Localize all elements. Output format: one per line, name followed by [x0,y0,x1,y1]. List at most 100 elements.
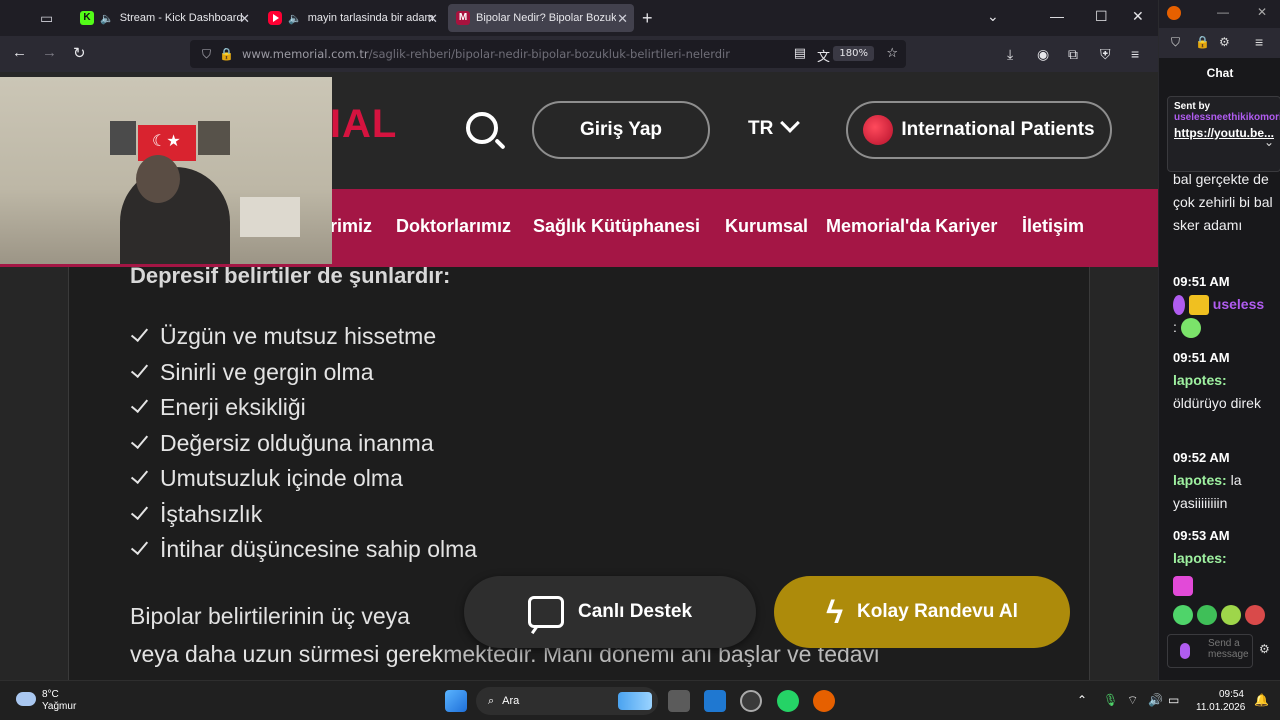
mic-icon[interactable] [1180,643,1190,659]
list-item: İştahsızlık [130,497,477,533]
nav-item-doktorlar[interactable]: Doktorlarımız [396,216,511,237]
nav-item-kurumsal[interactable]: Kurumsal [725,216,808,237]
login-button[interactable]: Giriş Yap [532,101,710,159]
extensions-icon[interactable]: ⧉ [1068,46,1078,63]
appointment-button[interactable]: ϟ Kolay Randevu Al [774,576,1070,648]
tab-overflow-icon[interactable]: ⌄ [987,8,999,25]
menu-icon[interactable]: ≡ [1255,34,1263,50]
tab-bar: ▭ K 🔈 Stream - Kick Dashboard ✕ 🔈 mayin … [0,0,1158,36]
search-highlight-icon [618,692,652,710]
tab-title: mayin tarlasinda bir adam [307,12,434,24]
weather-widget[interactable]: 8°C Yağmur [16,689,76,713]
mic-badge-icon [1173,295,1185,316]
close-window-button[interactable]: ✕ [1132,8,1144,25]
emote-icon [1173,605,1193,626]
battery-icon[interactable]: ▭ [1168,693,1179,707]
chat-timestamp: 09:51 AM [1173,350,1230,365]
speaker-icon[interactable]: 🔈 [100,12,114,25]
close-icon[interactable]: ✕ [617,11,628,27]
pinned-link[interactable]: https://youtu.be... [1174,125,1274,141]
pinned-user: uselessneethikikomori [1174,112,1280,123]
lock-icon[interactable]: 🔒 [1195,35,1210,49]
volume-icon[interactable]: 🔊 [1148,693,1163,707]
reader-view-icon[interactable]: ▤ [794,46,806,61]
url-path: /saglik-rehberi/bipolar-nedir-bipolar-bo… [368,47,730,61]
zoom-level[interactable]: 180% [833,46,874,61]
chat-text: : [1173,319,1177,335]
firefox-icon [1167,6,1181,20]
weather-condition: Yağmur [42,701,77,712]
forward-icon[interactable]: → [42,44,57,61]
nav-item-kariyer[interactable]: Memorial'da Kariyer [826,216,997,237]
mic-icon[interactable]: 🎙 [1103,693,1118,707]
chevron-down-icon[interactable]: ⌄ [1264,135,1274,149]
new-tab-button[interactable]: + [642,8,653,29]
chevron-down-icon [780,113,801,133]
nav-item-saglik-kutuphanesi[interactable]: Sağlık Kütüphanesi [533,216,700,237]
pinned-message[interactable]: Sent by uselessneethikikomori https://yo… [1167,96,1280,172]
chat-username[interactable]: lapotes: [1173,369,1279,392]
settings-icon[interactable]: ⚙ [1219,35,1230,49]
notification-icon[interactable]: 🔔 [1254,693,1269,707]
check-icon [130,430,149,449]
check-icon [130,501,149,520]
minimize-button[interactable]: — [1217,5,1229,19]
download-icon[interactable]: ⤓ [1007,46,1013,63]
pinned-label: Sent by [1174,101,1211,112]
ublock-icon[interactable]: ⛨ [1100,46,1111,63]
close-window-button[interactable]: ✕ [1257,5,1267,19]
check-icon [130,536,149,556]
shield-icon[interactable]: ⛉ [202,47,211,62]
account-icon[interactable]: ◉ [1037,46,1049,63]
chat-timestamp: 09:52 AM [1173,450,1230,465]
chevron-up-icon[interactable]: ⌃ [1077,693,1087,707]
speaker-icon[interactable]: 🔈 [288,12,302,25]
wall-poster [198,121,230,155]
taskbar-search[interactable]: ⌕ Ara [476,687,658,715]
back-icon[interactable]: ← [12,44,27,61]
lock-icon[interactable]: 🔒 [219,47,234,61]
chat-message: 09:51 AM lapotes: öldürüyo direk [1173,346,1279,415]
chat-username[interactable]: lapotes: [1173,472,1227,488]
maximize-button[interactable]: ☐ [1095,8,1108,25]
obs-icon[interactable] [740,690,762,712]
search-icon[interactable] [466,112,498,144]
tab-kick-dashboard[interactable]: K 🔈 Stream - Kick Dashboard ✕ [72,4,256,32]
international-patients-button[interactable]: International Patients [846,101,1112,159]
tab-memorial[interactable]: M Bipolar Nedir? Bipolar Bozukluk ✕ [448,4,634,32]
list-item: Üzgün ve mutsuz hissetme [130,319,477,355]
tab-youtube[interactable]: 🔈 mayin tarlasinda bir adam ✕ [260,4,444,32]
chat-input[interactable]: Send a message [1167,634,1253,668]
shield-icon[interactable]: ⛉ [1171,35,1180,50]
close-icon[interactable]: ✕ [427,11,438,27]
menu-icon[interactable]: ≡ [1131,46,1139,62]
task-view-icon[interactable] [668,690,690,712]
chat-settings-icon[interactable]: ⚙ [1259,642,1270,656]
start-button[interactable] [445,690,467,712]
search-icon: ⌕ [488,694,495,707]
nav-item-iletisim[interactable]: İletişim [1022,216,1084,237]
minimize-button[interactable]: — [1050,8,1064,24]
translate-icon[interactable]: 文 [817,46,830,65]
whatsapp-icon[interactable] [777,690,799,712]
firefox-icon[interactable] [813,690,835,712]
tab-list-icon[interactable]: ▭ [40,10,53,27]
youtube-icon [268,11,282,25]
language-selector[interactable]: TR [748,113,801,140]
webcam-overlay [0,77,332,264]
kick-icon: K [80,11,94,25]
outlook-icon[interactable] [704,690,726,712]
emote-icon [1173,576,1193,597]
chat-username[interactable]: useless [1213,296,1264,312]
live-support-button[interactable]: Canlı Destek [464,576,756,648]
check-icon [130,394,149,414]
reload-icon[interactable]: ↻ [73,44,86,62]
wifi-icon[interactable]: ⌔ [1127,693,1138,708]
clock[interactable]: 09:54 11.01.2026 [1196,688,1245,714]
close-icon[interactable]: ✕ [239,11,250,27]
streamer-head [136,155,180,203]
bookmark-star-icon[interactable]: ☆ [886,46,898,61]
para-text: Bipolar belirtilerinin üç veya [130,603,410,629]
chat-username[interactable]: lapotes: [1173,547,1279,570]
url-bar[interactable]: ⛉ 🔒 www.memorial.com.tr /saglik-rehberi/… [190,40,906,68]
